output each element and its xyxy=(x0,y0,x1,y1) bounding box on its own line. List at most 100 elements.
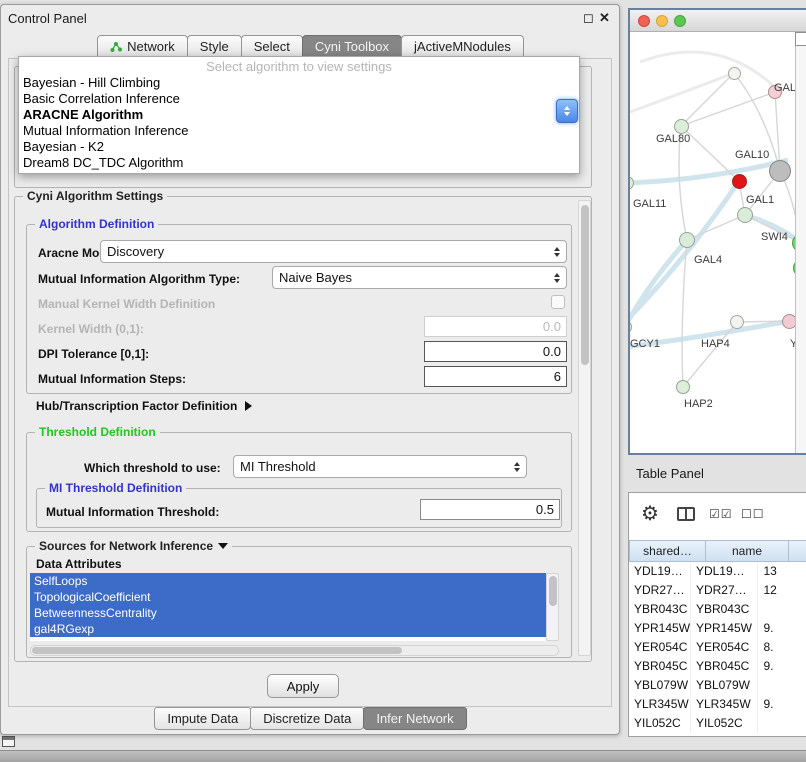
attribute-item-selected[interactable]: TopologicalCoefficient xyxy=(30,589,546,605)
cell: YBL079W xyxy=(629,676,691,695)
tab-label: Style xyxy=(200,39,229,54)
float-window-icon[interactable]: ◻ xyxy=(583,10,594,26)
which-threshold-combo[interactable]: MI Threshold xyxy=(233,455,527,478)
tab-cyni-toolbox[interactable]: Cyni Toolbox xyxy=(302,35,402,58)
hub-section-toggle[interactable]: Hub/Transcription Factor Definition xyxy=(36,399,252,413)
dpi-tolerance-label: DPI Tolerance [0,1]: xyxy=(38,347,149,361)
dropdown-item[interactable]: Bayesian - Hill Climbing xyxy=(19,75,579,91)
network-icon xyxy=(110,41,122,53)
table-row[interactable]: YLR345WYLR345W9. xyxy=(629,695,806,714)
deselect-all-checkboxes-icon[interactable]: ☐☐ xyxy=(741,507,765,521)
kernel-width-field[interactable] xyxy=(424,316,567,337)
cell: YBR043C xyxy=(691,600,758,619)
table-row[interactable]: YIL052CYIL052C xyxy=(629,714,806,733)
mi-threshold-field[interactable] xyxy=(420,499,560,520)
table-row[interactable]: YDL19…YDL19…13 xyxy=(629,562,806,581)
cell: 8. xyxy=(758,638,806,657)
zoom-traffic-light-icon[interactable] xyxy=(674,15,686,27)
columns-icon[interactable] xyxy=(677,507,695,521)
cell: YBL079W xyxy=(691,676,758,695)
node-label: GAL11 xyxy=(633,198,666,210)
dropdown-placeholder: Select algorithm to view settings xyxy=(19,59,579,75)
table-row[interactable]: YBR045CYBR045C9. xyxy=(629,657,806,676)
settings-vscrollbar[interactable] xyxy=(578,200,591,656)
tab-network[interactable]: Network xyxy=(97,35,188,58)
close-icon[interactable]: ✕ xyxy=(599,10,610,26)
attribute-item-selected[interactable]: BetweennessCentrality xyxy=(30,605,546,621)
table-row[interactable]: YBL079WYBL079W xyxy=(629,676,806,695)
minimize-traffic-light-icon[interactable] xyxy=(656,15,668,27)
mi-type-combo[interactable]: Naive Bayes xyxy=(272,266,567,289)
sources-toggle[interactable]: Sources for Network Inference xyxy=(35,539,232,553)
tab-jactivemnodules[interactable]: jActiveMNodules xyxy=(401,35,524,58)
aracne-mode-combo[interactable]: Discovery xyxy=(100,240,567,263)
tab-infer-network[interactable]: Infer Network xyxy=(363,707,466,730)
close-traffic-light-icon[interactable] xyxy=(638,15,650,27)
bottom-tabs: Impute Data Discretize Data Infer Networ… xyxy=(0,707,620,730)
table-row[interactable]: YPR145WYPR145W9. xyxy=(629,619,806,638)
birdseye-button[interactable] xyxy=(795,32,806,46)
column-header-shared-name[interactable]: shared… xyxy=(629,540,706,562)
cell: YBR045C xyxy=(691,657,758,676)
cell: 13 xyxy=(758,562,806,581)
dropdown-item[interactable]: Dream8 DC_TDC Algorithm xyxy=(19,155,579,171)
cell: 12 xyxy=(758,581,806,600)
apply-label: Apply xyxy=(287,679,320,694)
which-threshold-label: Which threshold to use: xyxy=(84,461,221,475)
bottom-taskbar-strip xyxy=(0,750,806,762)
algorithm-combo-stepper[interactable] xyxy=(556,99,578,123)
scrollbar-thumb[interactable] xyxy=(549,576,557,606)
column-header-name[interactable]: name xyxy=(705,540,789,562)
apply-button[interactable]: Apply xyxy=(267,674,339,698)
network-node[interactable] xyxy=(728,67,741,80)
network-node[interactable] xyxy=(730,315,744,329)
network-node-selected-red[interactable] xyxy=(732,174,747,189)
cell: YDL19… xyxy=(691,562,758,581)
cell: YPR145W xyxy=(629,619,691,638)
scrollbar-thumb[interactable] xyxy=(581,205,589,365)
mi-threshold-label: Mutual Information Threshold: xyxy=(46,505,219,519)
dropdown-item[interactable]: Bayesian - K2 xyxy=(19,139,579,155)
mi-steps-field[interactable] xyxy=(424,366,567,387)
network-node-gal80[interactable] xyxy=(674,119,689,134)
dropdown-item[interactable]: Mutual Information Inference xyxy=(19,123,579,139)
scrollbar-thumb[interactable] xyxy=(32,647,402,654)
cell: YBR045C xyxy=(629,657,691,676)
algorithm-dropdown-popup: Select algorithm to view settings Bayesi… xyxy=(18,56,580,174)
network-view-window: GAL8 GAL80 GAL10 GAL11 GAL1 SWI4 GAL4 GC… xyxy=(628,8,806,455)
tab-label: Infer Network xyxy=(376,711,453,726)
tab-discretize-data[interactable]: Discretize Data xyxy=(250,707,364,730)
network-node-hap2[interactable] xyxy=(676,380,690,394)
attribute-item-selected[interactable]: gal4RGexp xyxy=(30,621,546,637)
manual-kernel-checkbox[interactable] xyxy=(551,295,565,309)
hub-section-label: Hub/Transcription Factor Definition xyxy=(36,399,237,413)
dropdown-item[interactable]: Basic Correlation Inference xyxy=(19,91,579,107)
cell xyxy=(758,714,806,733)
network-node-gal1[interactable] xyxy=(737,207,753,223)
table-row[interactable]: YBR043CYBR043C xyxy=(629,600,806,619)
docked-window-icon[interactable] xyxy=(2,736,15,747)
column-header-clipped[interactable] xyxy=(788,540,806,562)
dpi-tolerance-field[interactable] xyxy=(424,341,567,362)
cell: YBR043C xyxy=(629,600,691,619)
attribute-item-selected[interactable]: SelfLoops xyxy=(30,573,546,589)
manual-kernel-label: Manual Kernel Width Definition xyxy=(38,297,215,311)
data-attributes-list: SelfLoops TopologicalCoefficient Between… xyxy=(30,573,546,641)
table-row[interactable]: YER054CYER054C8. xyxy=(629,638,806,657)
select-all-checkboxes-icon[interactable]: ☑☑ xyxy=(709,507,733,521)
network-node-gal4[interactable] xyxy=(679,232,695,248)
tab-label: Network xyxy=(127,39,175,54)
attribute-list-vscrollbar[interactable] xyxy=(546,573,559,641)
cell: YLR345W xyxy=(691,695,758,714)
tab-style[interactable]: Style xyxy=(187,35,242,58)
table-body: YDL19…YDL19…13 YDR27…YDR27…12 YBR043CYBR… xyxy=(629,562,806,733)
tab-impute-data[interactable]: Impute Data xyxy=(154,707,251,730)
table-row[interactable]: YDR27…YDR27…12 xyxy=(629,581,806,600)
dropdown-item-selected[interactable]: ARACNE Algorithm xyxy=(19,107,579,123)
sources-title: Sources for Network Inference xyxy=(39,539,213,553)
attribute-list-hscrollbar[interactable] xyxy=(30,645,559,656)
tab-select[interactable]: Select xyxy=(241,35,303,58)
network-vscrollbar[interactable] xyxy=(795,32,806,453)
gear-icon[interactable]: ⚙ xyxy=(641,501,659,526)
network-node-gal10[interactable] xyxy=(769,160,791,182)
